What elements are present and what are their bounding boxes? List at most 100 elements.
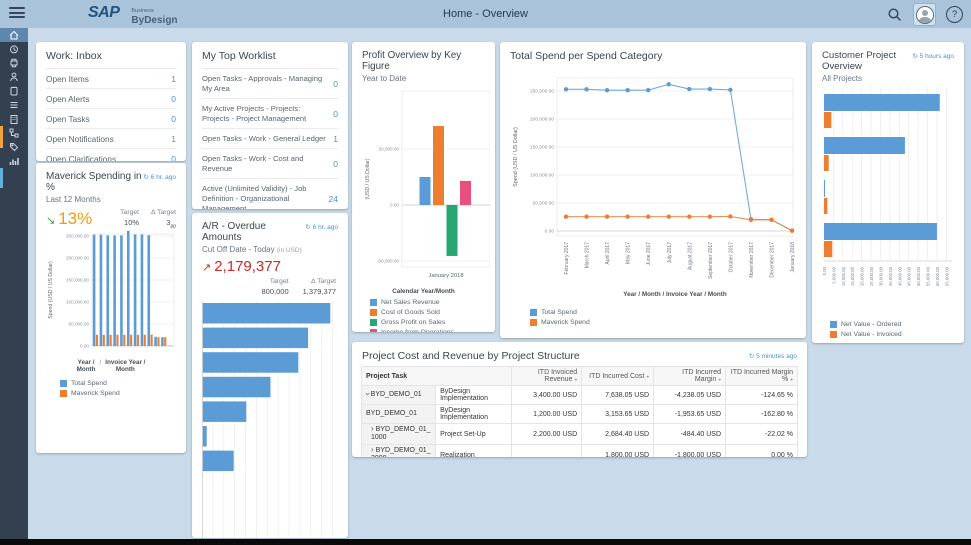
- svg-text:20,000.00: 20,000.00: [860, 266, 865, 286]
- refresh-icon: ↻: [912, 53, 917, 60]
- card-title: Project Cost and Revenue by Project Stru…: [362, 350, 580, 362]
- column-header[interactable]: ITD Incurred Margin %●: [726, 367, 798, 386]
- card-title: Customer Project Overview: [822, 50, 912, 72]
- worklist-row-label: Open Tasks - Work - General Ledger: [202, 134, 326, 144]
- inbox-row[interactable]: Open Notifications1: [46, 129, 176, 149]
- expand-caret-icon[interactable]: ›: [364, 393, 370, 396]
- sidebar-item-org-chart[interactable]: [0, 126, 28, 140]
- svg-text:55,000.00: 55,000.00: [926, 266, 931, 286]
- card-ar-overdue-amounts: A/R - Overdue Amounts ↻ 6 hr. ago Cut Of…: [192, 213, 348, 538]
- column-header[interactable]: ITD Incurred Cost●: [582, 367, 654, 386]
- sidebar-item-worklist[interactable]: [0, 98, 28, 112]
- inbox-row[interactable]: Open Alerts0: [46, 89, 176, 109]
- search-icon[interactable]: [887, 7, 903, 23]
- column-header[interactable]: ITD Invoiced Revenue●: [512, 367, 582, 386]
- home-icon: [8, 29, 20, 41]
- inbox-row[interactable]: Open Tasks0: [46, 109, 176, 129]
- cell-amount: 7,638.05 USD: [582, 386, 654, 405]
- worklist-row[interactable]: Active (Unlimited Validity) - Job Defini…: [202, 179, 338, 209]
- sidebar-item-clipboard[interactable]: [0, 84, 28, 98]
- x-axis-title: Year /Month/Invoice Year /Month: [46, 359, 176, 374]
- svg-text:50,000.00: 50,000.00: [69, 321, 90, 326]
- refresh-link[interactable]: ↻ 5 hours ago: [912, 52, 954, 60]
- cell-amount: 2,684.40 USD: [582, 424, 654, 445]
- legend-label: Maverick Spend: [541, 319, 590, 326]
- cell-project-task[interactable]: ›BYD_DEMO_01: [362, 386, 436, 405]
- svg-text:200,000.00: 200,000.00: [66, 255, 89, 260]
- svg-text:60,000.00: 60,000.00: [935, 266, 940, 286]
- svg-text:0.00: 0.00: [80, 343, 89, 348]
- cell-amount: -22.02 %: [726, 424, 798, 445]
- card-total-spend: Total Spend per Spend Category 0.0050,00…: [500, 42, 806, 338]
- sort-dot-icon: ●: [646, 374, 649, 379]
- worklist-row[interactable]: Open Tasks - Work - General Ledger1: [202, 129, 338, 149]
- cell-project-name: ByDesign Implementation: [436, 405, 512, 424]
- sidebar-item-history[interactable]: [0, 42, 28, 56]
- sidebar-item-people[interactable]: [0, 70, 28, 84]
- profit-overview-chart: -50,000.000.0050,000.00January 2018(USD …: [362, 87, 490, 281]
- legend-item: Income from Operations: [370, 329, 485, 332]
- worklist-row-count: 0: [333, 159, 338, 169]
- sort-dot-icon: ●: [718, 377, 721, 382]
- cell-amount: 3,400.00 USD: [512, 386, 582, 405]
- table-row[interactable]: ›BYD_DEMO_01ByDesign Implementation3,400…: [362, 386, 798, 405]
- svg-text:(USD / US Dollar): (USD / US Dollar): [365, 158, 371, 199]
- table-header-row: Project TaskITD Invoiced Revenue●ITD Inc…: [362, 367, 798, 386]
- expand-caret-icon[interactable]: ›: [371, 426, 374, 432]
- total-spend-chart: 0.0050,000.00100,000.00150,000.00200,000…: [510, 64, 796, 302]
- legend-item: Maverick Spend: [60, 390, 176, 397]
- legend-item: Net Value - Invoiced: [830, 331, 954, 338]
- cell-project-task[interactable]: ›BYD_DEMO_01: [362, 405, 436, 424]
- cell-amount: 2,200.00 USD: [512, 424, 582, 445]
- refresh-link[interactable]: ↻ 6 hr. ago: [305, 223, 338, 231]
- sidebar-item-tags[interactable]: [0, 140, 28, 154]
- cell-project-name: Realization: [436, 445, 512, 458]
- legend-label: Net Value - Ordered: [841, 321, 901, 328]
- left-nav-rail: [0, 28, 28, 539]
- kpi-value[interactable]: ↘ 13%: [46, 209, 92, 229]
- svg-text:January 2018: January 2018: [428, 273, 463, 279]
- sidebar-item-analytics[interactable]: [0, 154, 28, 168]
- card-title: Maverick Spending in %: [46, 171, 143, 193]
- kpi-value[interactable]: ↗ 2,179,377: [202, 258, 281, 275]
- legend-item: Cost of Goods Sold: [370, 309, 485, 316]
- refresh-icon: ↻: [749, 353, 754, 360]
- sidebar-item-company[interactable]: [0, 112, 28, 126]
- card-subtitle: All Projects: [812, 72, 964, 83]
- column-header[interactable]: ITD Incurred Margin●: [654, 367, 726, 386]
- user-avatar-button[interactable]: [913, 3, 936, 26]
- printer-icon: [8, 57, 20, 69]
- card-profit-overview: Profit Overview by Key Figure Year to Da…: [352, 42, 495, 332]
- column-header-project-task[interactable]: Project Task: [362, 367, 512, 386]
- svg-text:July 2017: July 2017: [667, 242, 673, 264]
- svg-text:40,000.00: 40,000.00: [897, 266, 902, 286]
- worklist-row[interactable]: Open Tasks - Approvals - Managing My Are…: [202, 69, 338, 99]
- inbox-row-label: Open Notifications: [46, 134, 114, 144]
- inbox-row[interactable]: Open Clarifications0: [46, 149, 176, 161]
- sidebar-item-home[interactable]: [0, 28, 28, 42]
- table-row[interactable]: ›BYD_DEMO_01ByDesign Implementation1,200…: [362, 405, 798, 424]
- worklist-row[interactable]: My Active Projects - Projects: Projects …: [202, 99, 338, 129]
- expand-caret-icon[interactable]: ›: [371, 447, 374, 453]
- table-row[interactable]: ›BYD_DEMO_01_1000Project Set-Up2,200.00 …: [362, 424, 798, 445]
- cell-project-task[interactable]: ›BYD_DEMO_01_1000: [362, 424, 436, 445]
- cell-project-task[interactable]: ›BYD_DEMO_01_3000: [362, 445, 436, 458]
- legend-label: Total Spend: [541, 309, 577, 316]
- cell-amount: [512, 445, 582, 458]
- svg-text:250,000.00: 250,000.00: [530, 89, 554, 95]
- nav-marker-orange: [0, 126, 3, 148]
- project-table: Project TaskITD Invoiced Revenue●ITD Inc…: [361, 366, 798, 457]
- legend-swatch: [370, 299, 377, 306]
- sidebar-item-print[interactable]: [0, 56, 28, 70]
- card-subtitle: Last 12 Months: [36, 193, 186, 204]
- table-row[interactable]: ›BYD_DEMO_01_3000Realization1,800.00 USD…: [362, 445, 798, 458]
- svg-text:100,000.00: 100,000.00: [66, 299, 89, 304]
- worklist-row[interactable]: Open Tasks - Work - Cost and Revenue0: [202, 149, 338, 179]
- refresh-link[interactable]: ↻ 5 minutes ago: [749, 352, 797, 360]
- card-subtitle: Year to Date: [352, 72, 495, 83]
- cell-amount: -162.80 %: [726, 405, 798, 424]
- inbox-row[interactable]: Open Items1: [46, 69, 176, 89]
- refresh-link[interactable]: ↻ 6 hr. ago: [143, 173, 176, 181]
- help-icon[interactable]: ?: [946, 6, 963, 23]
- svg-text:September 2017: September 2017: [708, 242, 714, 279]
